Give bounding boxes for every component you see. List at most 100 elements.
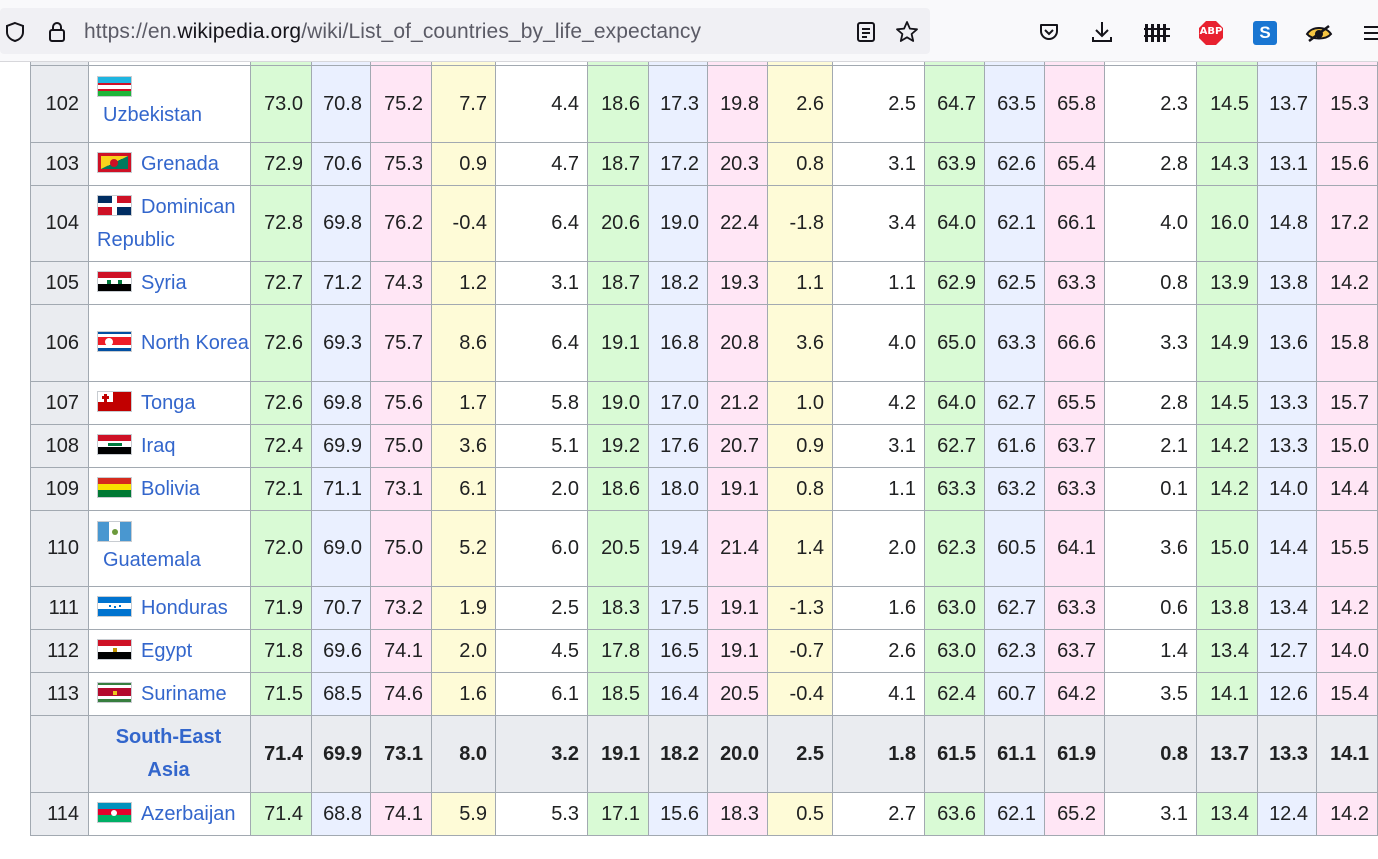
value-cell: 14.2 <box>1316 792 1378 836</box>
address-bar[interactable]: https://en.wikipedia.org/wiki/List_of_co… <box>0 8 930 54</box>
value-cell: 19.0 <box>587 381 649 425</box>
country-link[interactable]: Syria <box>141 272 187 294</box>
value-cell: 71.4 <box>250 792 312 836</box>
lock-icon[interactable] <box>46 20 68 44</box>
rank-cell: 110 <box>30 510 89 587</box>
country-link[interactable]: Egypt <box>141 640 192 662</box>
value-cell: 0.8 <box>767 142 833 186</box>
value-cell: 14.2 <box>1196 424 1258 468</box>
star-bookmark-icon[interactable] <box>895 20 919 44</box>
value-cell: 16.5 <box>648 629 708 673</box>
value-cell: 20.0 <box>707 715 768 793</box>
country-link[interactable]: Grenada <box>141 153 219 175</box>
table-row: 109 Bolivia 72.1 71.1 73.1 6.1 2.0 18.6 18.0 19.1… <box>30 467 1378 511</box>
country-link[interactable]: Azerbaijan <box>141 803 236 825</box>
value-cell: 72.8 <box>250 185 312 262</box>
country-link[interactable]: Tonga <box>141 392 196 414</box>
library-icon[interactable] <box>1144 22 1172 44</box>
value-cell: 2.1 <box>1104 424 1197 468</box>
value-cell: 18.7 <box>587 142 649 186</box>
country-link[interactable]: Guatemala <box>97 549 201 571</box>
value-cell: 0.1 <box>1104 467 1197 511</box>
value-cell: 63.3 <box>1044 261 1105 305</box>
region-link[interactable]: South-East Asia <box>95 721 250 787</box>
value-cell: 18.2 <box>648 261 708 305</box>
country-link[interactable]: North Korea <box>141 332 249 354</box>
value-cell: 62.6 <box>984 142 1045 186</box>
table-row: 102 Uzbekistan 73.0 70.8 75.2 7.7 4.4 18.6 17.3 1… <box>30 65 1378 143</box>
egypt-flag-icon <box>97 638 132 660</box>
value-cell: 17.3 <box>648 65 708 143</box>
hamburger-menu-icon[interactable] <box>1364 24 1378 42</box>
value-cell: 69.8 <box>311 185 371 262</box>
country-cell: Grenada <box>88 142 251 186</box>
shield-icon[interactable] <box>4 21 26 43</box>
value-cell: 5.8 <box>495 381 588 425</box>
value-cell: 63.5 <box>984 65 1045 143</box>
value-cell: 72.4 <box>250 424 312 468</box>
country-link[interactable]: Uzbekistan <box>97 104 202 126</box>
country-link[interactable]: Honduras <box>141 597 228 619</box>
value-cell: 19.1 <box>707 629 768 673</box>
value-cell: 1.6 <box>431 672 496 716</box>
country-cell: Honduras <box>88 586 251 630</box>
value-cell: 63.3 <box>1044 467 1105 511</box>
country-link[interactable]: Bolivia <box>141 478 200 500</box>
value-cell: 4.2 <box>832 381 925 425</box>
value-cell: 76.2 <box>370 185 432 262</box>
value-cell: 73.2 <box>370 586 432 630</box>
pocket-icon[interactable] <box>1038 22 1060 42</box>
uzbekistan-flag-icon <box>97 76 132 97</box>
value-cell: 69.9 <box>311 715 371 793</box>
value-cell: 1.9 <box>431 586 496 630</box>
value-cell: 62.3 <box>984 629 1045 673</box>
value-cell: 2.8 <box>1104 381 1197 425</box>
url-path: /wiki/List_of_countries_by_life_expectan… <box>301 20 702 43</box>
url-text[interactable]: https://en.wikipedia.org/wiki/List_of_co… <box>84 20 701 44</box>
value-cell: 14.1 <box>1196 672 1258 716</box>
value-cell: 74.1 <box>370 792 432 836</box>
northkorea-flag-icon <box>97 330 132 352</box>
value-cell: 1.0 <box>767 381 833 425</box>
reader-view-icon[interactable] <box>855 21 877 43</box>
value-cell: 72.1 <box>250 467 312 511</box>
value-cell: 19.3 <box>707 261 768 305</box>
tonga-flag-icon <box>97 390 132 412</box>
value-cell: 71.4 <box>250 715 312 793</box>
value-cell: 4.5 <box>495 629 588 673</box>
value-cell: 73.1 <box>370 467 432 511</box>
country-link[interactable]: Suriname <box>141 683 227 705</box>
value-cell: 20.5 <box>587 510 649 587</box>
value-cell: 75.0 <box>370 424 432 468</box>
rank-cell: 104 <box>30 185 89 262</box>
value-cell: 15.6 <box>1316 142 1378 186</box>
syria-flag-icon <box>97 270 132 292</box>
value-cell: 1.4 <box>767 510 833 587</box>
eye-extension-icon[interactable] <box>1305 22 1333 44</box>
value-cell: 69.0 <box>311 510 371 587</box>
value-cell: 14.4 <box>1257 510 1317 587</box>
value-cell: 63.3 <box>1044 586 1105 630</box>
value-cell: -0.7 <box>767 629 833 673</box>
honduras-flag-icon <box>97 595 132 617</box>
value-cell: 17.2 <box>648 142 708 186</box>
value-cell: 18.3 <box>587 586 649 630</box>
country-link[interactable]: Iraq <box>141 435 175 457</box>
s-extension-icon[interactable]: S <box>1253 21 1277 45</box>
value-cell: 19.1 <box>707 467 768 511</box>
adblock-plus-icon[interactable]: ABP <box>1198 20 1224 46</box>
value-cell: 18.3 <box>707 792 768 836</box>
value-cell: 19.8 <box>707 65 768 143</box>
value-cell: 14.3 <box>1196 142 1258 186</box>
value-cell: 18.5 <box>587 672 649 716</box>
value-cell: 1.1 <box>832 261 925 305</box>
rank-cell: 112 <box>30 629 89 673</box>
value-cell: 72.6 <box>250 304 312 382</box>
value-cell: 19.4 <box>648 510 708 587</box>
download-icon[interactable] <box>1091 20 1113 44</box>
value-cell: 75.6 <box>370 381 432 425</box>
value-cell: 3.5 <box>1104 672 1197 716</box>
value-cell: 2.7 <box>832 792 925 836</box>
value-cell: 19.1 <box>707 586 768 630</box>
value-cell: 14.0 <box>1316 629 1378 673</box>
